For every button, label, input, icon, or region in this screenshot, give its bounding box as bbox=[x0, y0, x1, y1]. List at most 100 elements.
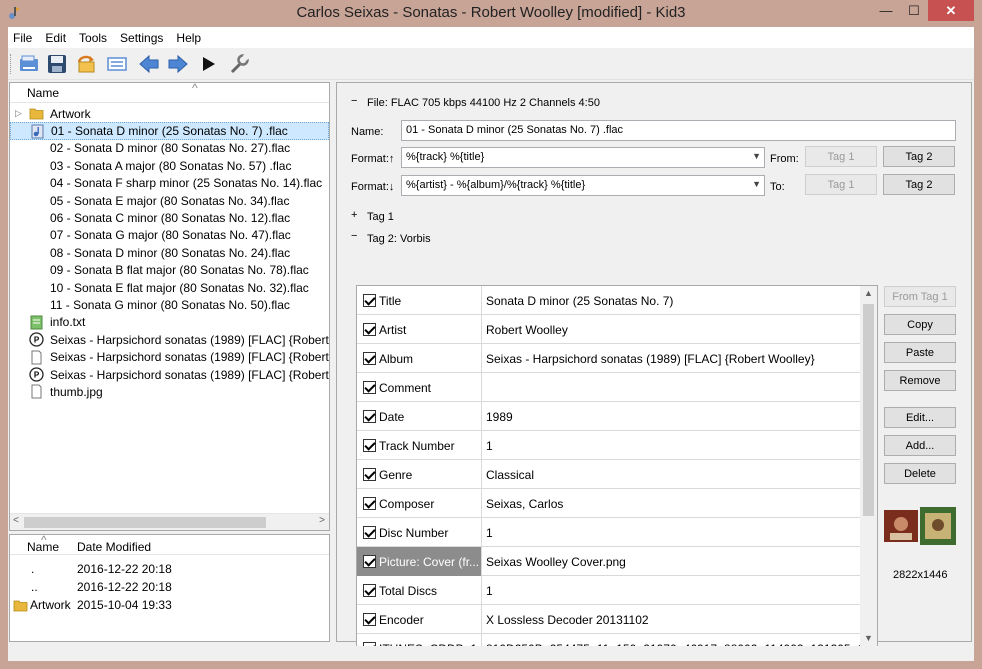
frame-checkbox[interactable] bbox=[363, 439, 376, 452]
tag-frame-row[interactable]: Album Seixas - Harpsichord sonatas (1989)… bbox=[357, 344, 862, 373]
chevron-down-icon[interactable]: ▼ bbox=[752, 151, 761, 161]
frame-checkbox[interactable] bbox=[363, 497, 376, 510]
to-tag2-button[interactable]: Tag 2 bbox=[883, 174, 955, 195]
frame-name-cell[interactable]: Title bbox=[357, 286, 482, 315]
playlist-button[interactable] bbox=[104, 52, 130, 76]
file-tree-item[interactable]: 03 - Sonata A major (80 Sonatas No. 57) … bbox=[10, 157, 329, 174]
from-tag1-frames-button[interactable]: From Tag 1 bbox=[884, 286, 956, 307]
tag-frame-row[interactable]: Title Sonata D minor (25 Sonatas No. 7) bbox=[357, 286, 862, 315]
frame-name-cell[interactable]: Genre bbox=[357, 460, 482, 489]
add-button[interactable]: Add... bbox=[884, 435, 956, 456]
file-tree-item[interactable]: P Seixas - Harpsichord sonatas (1989) [FL… bbox=[10, 366, 329, 383]
edit-button[interactable]: Edit... bbox=[884, 407, 956, 428]
name-column-header[interactable]: Name bbox=[27, 86, 59, 100]
menu-settings[interactable]: Settings bbox=[115, 31, 171, 45]
frame-value[interactable]: 1 bbox=[483, 518, 862, 547]
frame-value[interactable]: Sonata D minor (25 Sonatas No. 7) bbox=[483, 286, 862, 315]
chevron-down-icon[interactable]: ▼ bbox=[752, 179, 761, 189]
frame-checkbox[interactable] bbox=[363, 468, 376, 481]
tag-frame-row[interactable]: Genre Classical bbox=[357, 460, 862, 489]
frame-name-cell[interactable]: Artist bbox=[357, 315, 482, 344]
from-tag2-button[interactable]: Tag 2 bbox=[883, 146, 955, 167]
tag-frame-row[interactable]: Total Discs 1 bbox=[357, 576, 862, 605]
directory-row[interactable]: . 2016-12-22 20:18 bbox=[10, 560, 329, 578]
remove-button[interactable]: Remove bbox=[884, 370, 956, 391]
frame-checkbox[interactable] bbox=[363, 323, 376, 336]
frame-value[interactable]: 1 bbox=[483, 431, 862, 460]
file-tree-item[interactable]: Seixas - Harpsichord sonatas (1989) [FLA… bbox=[10, 348, 329, 365]
frame-name-cell[interactable]: Album bbox=[357, 344, 482, 373]
play-button[interactable] bbox=[195, 52, 221, 76]
vertical-scrollbar[interactable]: ▲ ▼ bbox=[860, 286, 877, 649]
maximize-button[interactable]: ☐ bbox=[901, 0, 927, 21]
tag1-section-toggle[interactable]: + bbox=[351, 209, 357, 221]
next-button[interactable] bbox=[165, 52, 191, 76]
frame-value[interactable]: 1989 bbox=[483, 402, 862, 431]
file-tree-item[interactable]: 10 - Sonata E flat major (80 Sonatas No.… bbox=[10, 279, 329, 296]
frame-name-cell[interactable]: Disc Number bbox=[357, 518, 482, 547]
horizontal-scrollbar[interactable]: < > bbox=[10, 513, 329, 530]
tag-frame-row[interactable]: Track Number 1 bbox=[357, 431, 862, 460]
frame-name-cell[interactable]: Encoder bbox=[357, 605, 482, 634]
revert-button[interactable] bbox=[73, 52, 99, 76]
frame-value[interactable]: Robert Woolley bbox=[483, 315, 862, 344]
settings-button[interactable] bbox=[226, 52, 252, 76]
menu-edit[interactable]: Edit bbox=[40, 31, 74, 45]
scroll-left-icon[interactable]: < bbox=[13, 515, 19, 526]
save-button[interactable] bbox=[44, 52, 70, 76]
previous-button[interactable] bbox=[136, 52, 162, 76]
file-tree-item[interactable]: 09 - Sonata B flat major (80 Sonatas No.… bbox=[10, 262, 329, 279]
file-tree-item[interactable]: 07 - Sonata G major (80 Sonatas No. 47).… bbox=[10, 227, 329, 244]
format-from-tag-combo[interactable]: %{track} %{title} ▼ bbox=[401, 147, 765, 168]
frame-name-cell[interactable]: Track Number bbox=[357, 431, 482, 460]
copy-button[interactable]: Copy bbox=[884, 314, 956, 335]
frame-value[interactable]: Classical bbox=[483, 460, 862, 489]
tag-frame-row[interactable]: Comment bbox=[357, 373, 862, 402]
to-tag1-button[interactable]: Tag 1 bbox=[805, 174, 877, 195]
file-tree-item[interactable]: 05 - Sonata E major (80 Sonatas No. 34).… bbox=[10, 192, 329, 209]
menu-help[interactable]: Help bbox=[171, 31, 209, 45]
open-button[interactable] bbox=[16, 52, 42, 76]
dir-name-column-header[interactable]: Name bbox=[27, 540, 59, 554]
file-section-toggle[interactable]: − bbox=[351, 95, 357, 107]
tag-frame-row[interactable]: Artist Robert Woolley bbox=[357, 315, 862, 344]
scrollbar-thumb[interactable] bbox=[863, 304, 874, 516]
frame-name-cell[interactable]: Picture: Cover (fr... bbox=[357, 547, 482, 576]
frame-name-cell[interactable]: Composer bbox=[357, 489, 482, 518]
frame-checkbox[interactable] bbox=[363, 410, 376, 423]
tag-frame-row[interactable]: Disc Number 1 bbox=[357, 518, 862, 547]
dir-modified-column-header[interactable]: Date Modified bbox=[77, 540, 151, 554]
cover-art-thumbnail[interactable] bbox=[884, 507, 956, 545]
delete-button[interactable]: Delete bbox=[884, 463, 956, 484]
file-tree-item[interactable]: ▷ Artwork bbox=[10, 105, 329, 122]
frame-value[interactable]: Seixas - Harpsichord sonatas (1989) [FLA… bbox=[483, 344, 862, 373]
frame-checkbox[interactable] bbox=[363, 526, 376, 539]
frame-checkbox[interactable] bbox=[363, 381, 376, 394]
frame-value[interactable]: 1 bbox=[483, 576, 862, 605]
minimize-button[interactable]: — bbox=[872, 0, 900, 21]
format-to-tag-combo[interactable]: %{artist} - %{album}/%{track} %{title} ▼ bbox=[401, 175, 765, 196]
filename-input[interactable]: 01 - Sonata D minor (25 Sonatas No. 7) .… bbox=[401, 120, 956, 141]
file-tree-item[interactable]: P Seixas - Harpsichord sonatas (1989) [FL… bbox=[10, 331, 329, 348]
scroll-up-icon[interactable]: ▲ bbox=[864, 288, 873, 298]
frame-value[interactable]: X Lossless Decoder 20131102 bbox=[483, 605, 862, 634]
frame-value[interactable]: Seixas Woolley Cover.png bbox=[483, 547, 862, 576]
menu-file[interactable]: File bbox=[8, 31, 40, 45]
file-tree-item[interactable]: 08 - Sonata D minor (80 Sonatas No. 24).… bbox=[10, 244, 329, 261]
file-tree-item[interactable]: 06 - Sonata C minor (80 Sonatas No. 12).… bbox=[10, 209, 329, 226]
frame-value[interactable] bbox=[483, 373, 862, 402]
frame-checkbox[interactable] bbox=[363, 555, 376, 568]
from-tag1-button[interactable]: Tag 1 bbox=[805, 146, 877, 167]
frame-checkbox[interactable] bbox=[363, 584, 376, 597]
scroll-down-icon[interactable]: ▼ bbox=[864, 633, 873, 643]
paste-button[interactable]: Paste bbox=[884, 342, 956, 363]
file-tree-item[interactable]: 11 - Sonata G minor (80 Sonatas No. 50).… bbox=[10, 296, 329, 313]
file-tree-item[interactable]: 01 - Sonata D minor (25 Sonatas No. 7) .… bbox=[10, 122, 329, 140]
tag-frame-row[interactable]: Date 1989 bbox=[357, 402, 862, 431]
directory-row[interactable]: .. 2016-12-22 20:18 bbox=[10, 578, 329, 596]
menu-tools[interactable]: Tools bbox=[74, 31, 115, 45]
toolbar-grip[interactable] bbox=[10, 54, 13, 74]
frame-name-cell[interactable]: Total Discs bbox=[357, 576, 482, 605]
file-tree-item[interactable]: thumb.jpg bbox=[10, 383, 329, 400]
file-tree-item[interactable]: 04 - Sonata F sharp minor (25 Sonatas No… bbox=[10, 175, 329, 192]
